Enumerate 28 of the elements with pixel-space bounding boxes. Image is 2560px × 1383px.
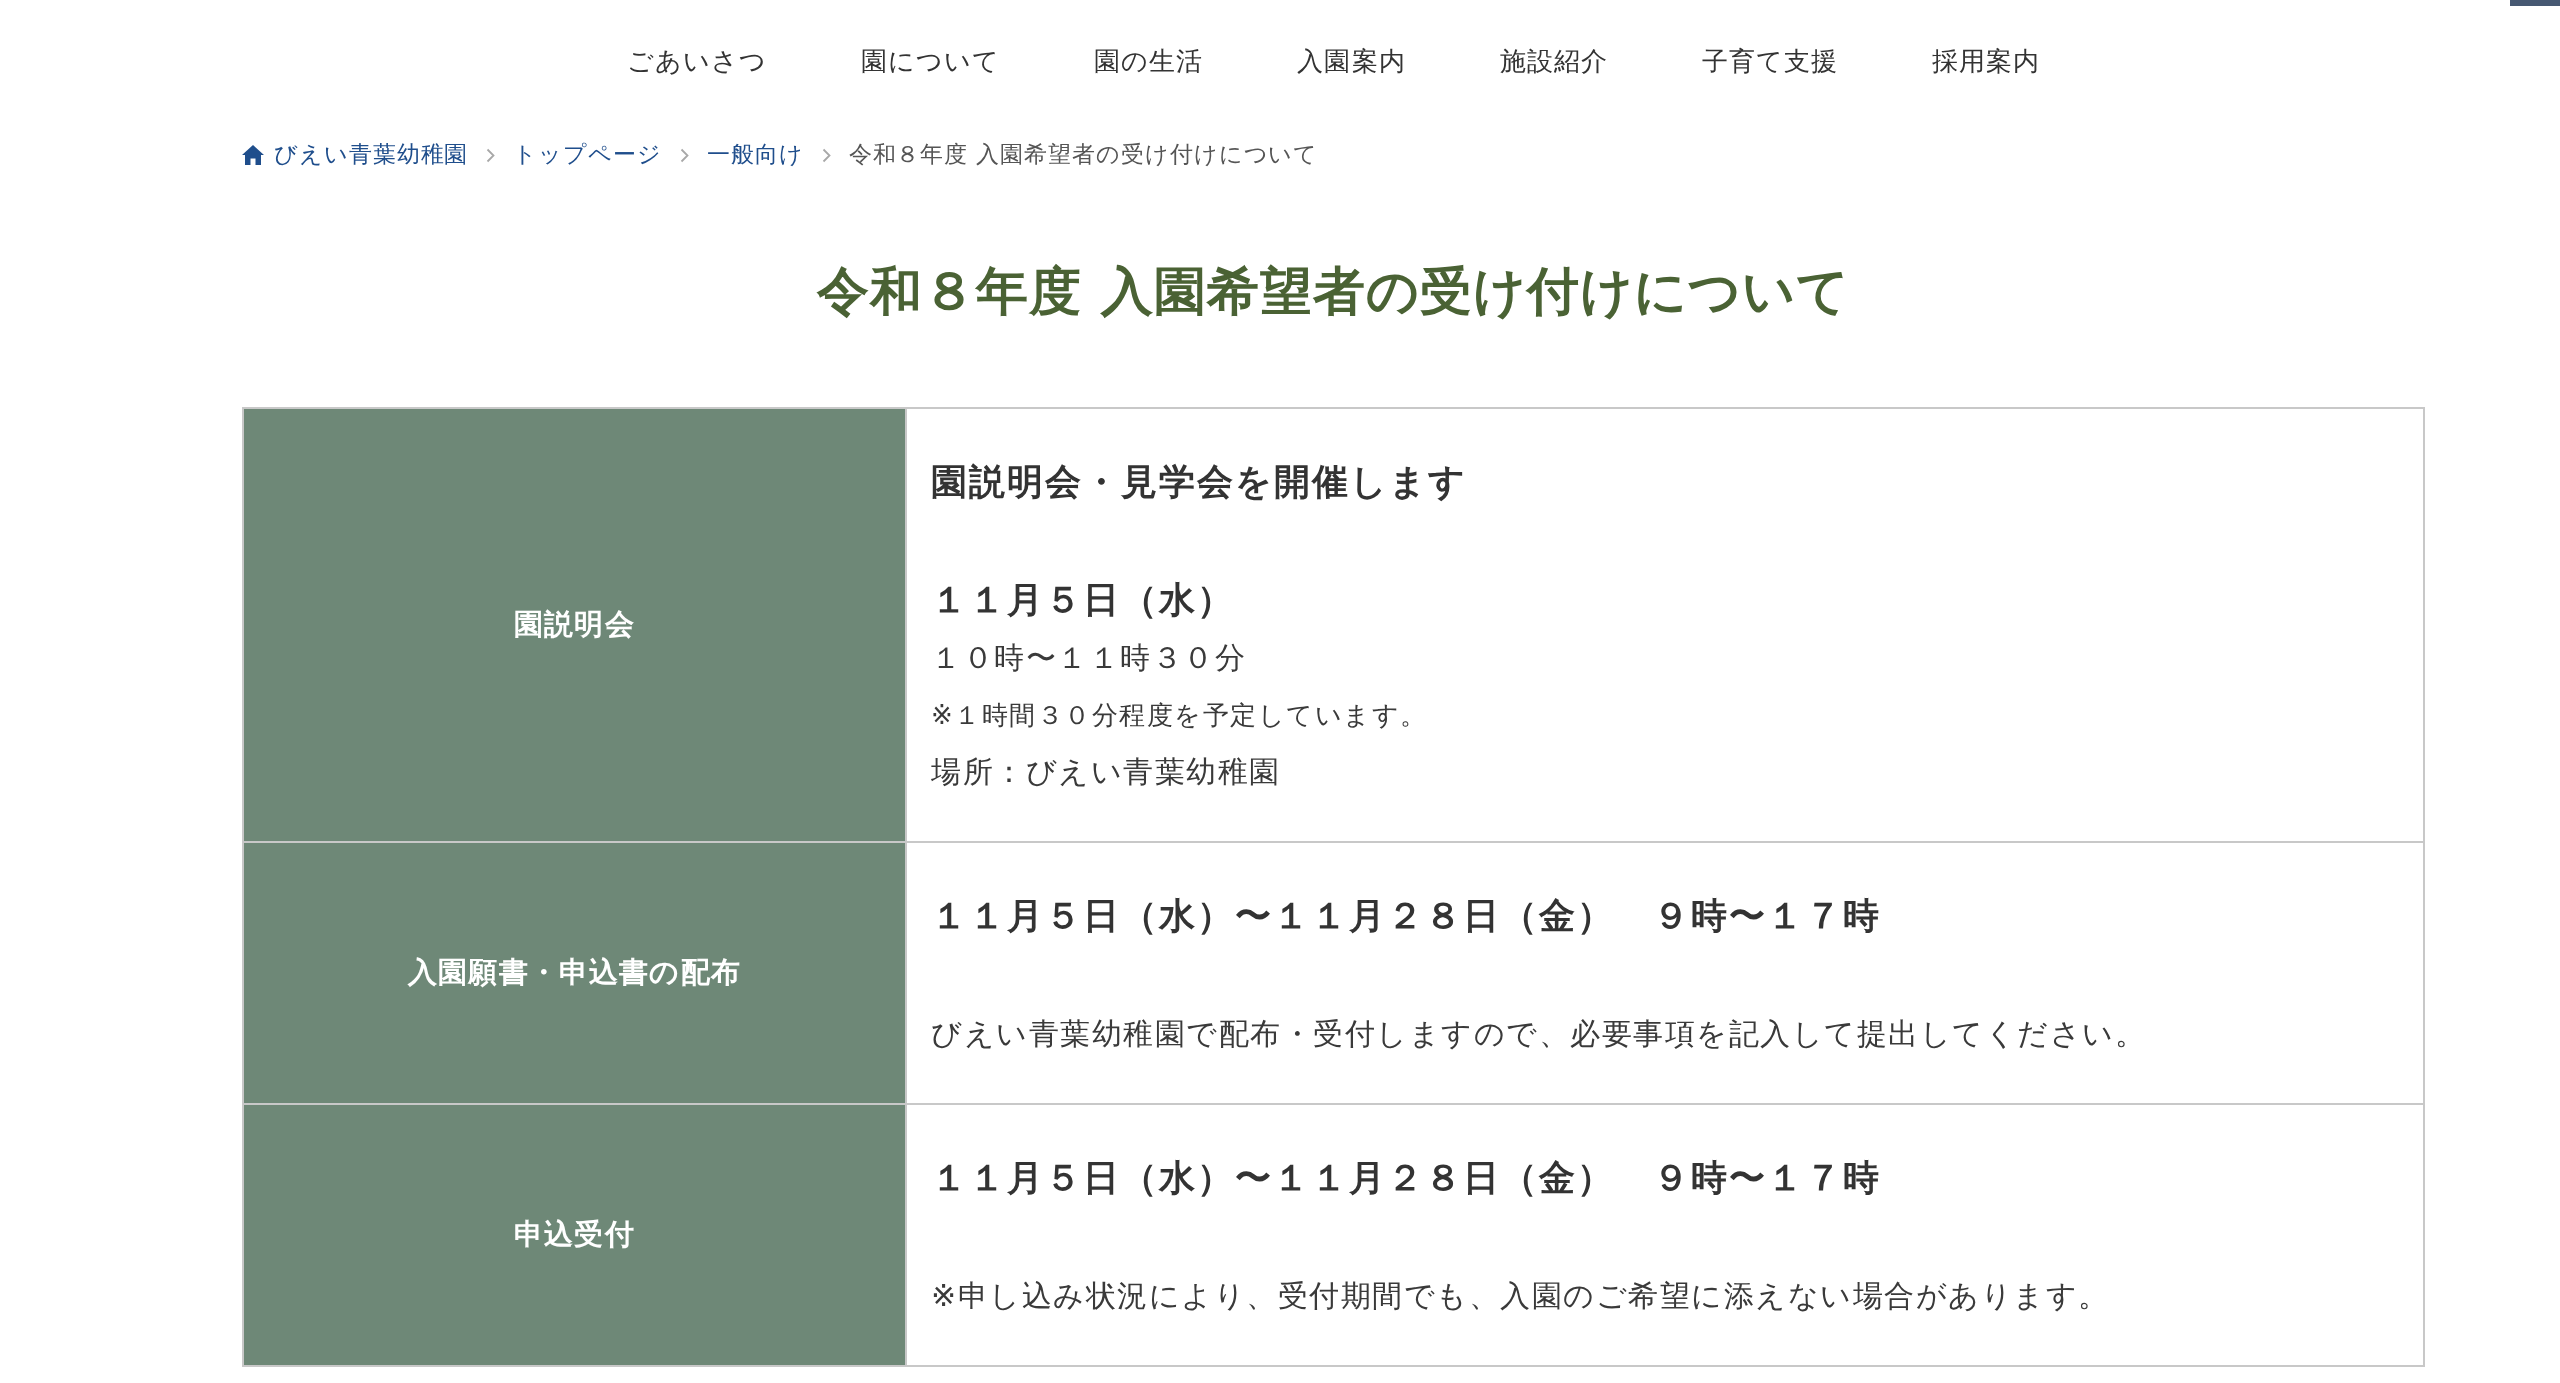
- body-text: ※申し込み状況により、受付期間でも、入園のご希望に添えない場合があります。: [931, 1277, 2111, 1315]
- row-header: 申込受付: [244, 1105, 905, 1365]
- date-text: １１月５日（水）: [931, 578, 1236, 622]
- page-title: 令和８年度 入園希望者の受け付けについて: [815, 259, 1852, 323]
- nav-link[interactable]: 採用案内: [1931, 45, 2041, 79]
- body-text: びえい青葉幼稚園で配布・受付しますので、必要事項を記入して提出してください。: [931, 1015, 2147, 1053]
- chevron-right-icon: [679, 147, 689, 163]
- section-heading: 園説明会・見学会を開催します: [931, 460, 1468, 504]
- nav-link[interactable]: 入園案内: [1297, 45, 1406, 79]
- note-text: ※１時間３０分程度を予定しています。: [931, 699, 1429, 732]
- body-text: １０時〜１１時３０分: [931, 639, 1247, 677]
- row-header: 園説明会: [244, 409, 905, 841]
- nav-link[interactable]: 園の生活: [1094, 45, 1204, 79]
- section-heading: １１月５日（水）〜１１月２８日（金） ９時〜１７時: [931, 1156, 1882, 1200]
- row-header: 入園願書・申込書の配布: [244, 843, 905, 1103]
- breadcrumb-current: 令和８年度 入園希望者の受け付けについて: [848, 140, 1319, 170]
- nav-link[interactable]: ごあいさつ: [626, 45, 768, 79]
- breadcrumb-link[interactable]: トップページ: [513, 140, 662, 170]
- chevron-right-icon: [486, 147, 496, 163]
- breadcrumb-link[interactable]: びえい青葉幼稚園: [242, 140, 469, 170]
- breadcrumb-link[interactable]: 一般向け: [706, 140, 804, 170]
- body-text: 場所：びえい青葉幼稚園: [931, 753, 1282, 791]
- nav-link[interactable]: 施設紹介: [1499, 45, 1608, 79]
- nav-link[interactable]: 子育て支援: [1701, 45, 1838, 79]
- chevron-right-icon: [821, 147, 831, 163]
- section-heading: １１月５日（水）〜１１月２８日（金） ９時〜１７時: [931, 894, 1882, 938]
- home-icon: [242, 145, 264, 165]
- nav-link[interactable]: 園について: [861, 45, 1001, 79]
